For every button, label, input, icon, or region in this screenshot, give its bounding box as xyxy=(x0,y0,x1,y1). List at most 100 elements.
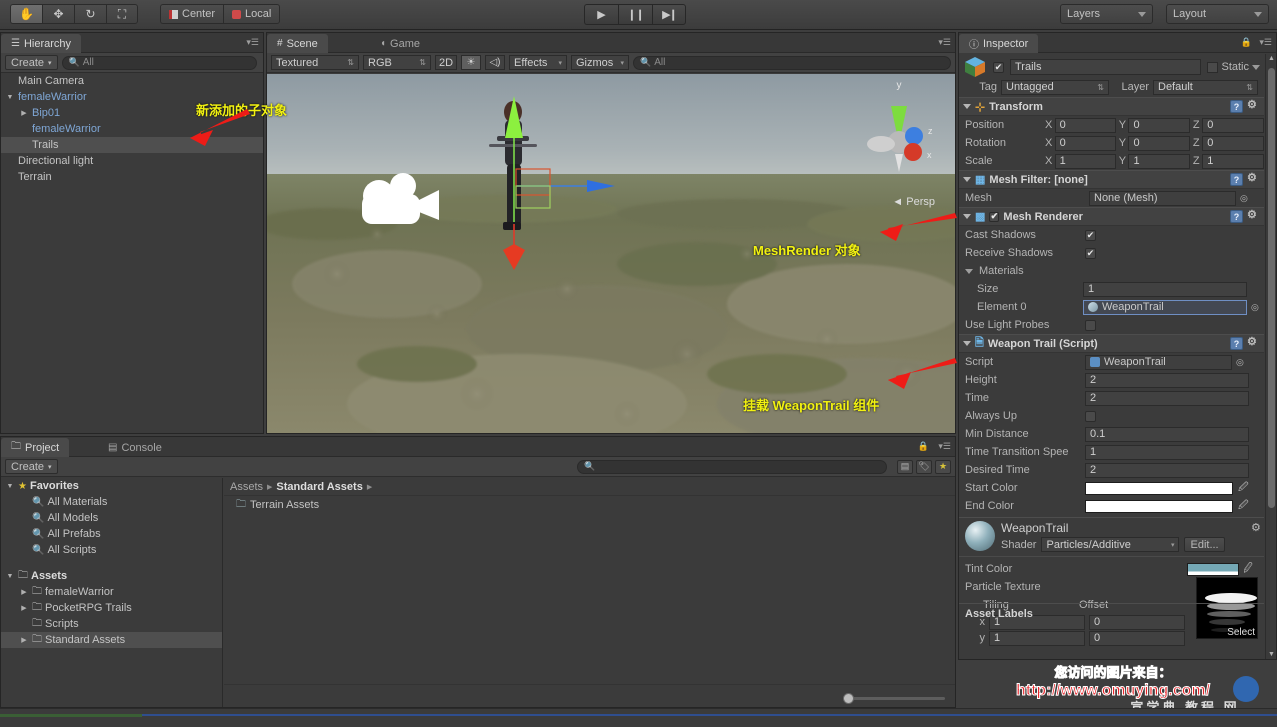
time-transition-spee-input[interactable]: 1 xyxy=(1085,444,1249,460)
project-favorites-root[interactable]: ▼ ★ Favorites xyxy=(1,478,222,494)
project-content-item[interactable]: 🗀 Terrain Assets xyxy=(224,496,955,514)
tag-dropdown[interactable]: Untagged ⇅ xyxy=(1001,79,1109,95)
static-checkbox[interactable] xyxy=(1207,61,1219,73)
effects-dropdown[interactable]: Effects ▾ xyxy=(509,55,567,70)
foldout-open-icon[interactable] xyxy=(963,341,971,346)
object-picker-icon[interactable]: ◎ xyxy=(1251,302,1259,313)
foldout-open-icon[interactable] xyxy=(965,268,973,274)
gear-icon[interactable]: ⚙ xyxy=(1247,100,1260,113)
end-color-swatch[interactable] xyxy=(1085,499,1233,513)
object-picker-icon[interactable]: ◎ xyxy=(1240,193,1248,204)
pause-button[interactable]: ❙❙ xyxy=(618,4,652,25)
hierarchy-create-button[interactable]: Create ▾ xyxy=(5,55,58,70)
object-name-input[interactable]: Trails xyxy=(1010,59,1202,75)
receive-shadows-checkbox[interactable]: ✔ xyxy=(1085,247,1096,259)
hierarchy-item-femalewarrior[interactable]: ·femaleWarrior xyxy=(1,121,263,137)
color-mode-dropdown[interactable]: RGB ⇅ xyxy=(363,55,431,70)
slider-handle[interactable] xyxy=(843,692,854,704)
gear-icon[interactable]: ⚙ xyxy=(1247,337,1260,350)
inspector-scrollbar-thumb[interactable] xyxy=(1268,68,1275,508)
hand-tool-button[interactable]: ✋ xyxy=(10,4,42,24)
project-asset-standard-assets[interactable]: ▶ 🗀 Standard Assets xyxy=(1,632,222,648)
height-input[interactable]: 2 xyxy=(1085,372,1249,388)
offset-y-input[interactable]: 0 xyxy=(1089,630,1185,646)
hierarchy-item-directional-light[interactable]: ·Directional light xyxy=(1,153,263,169)
layout-dropdown[interactable]: Layout xyxy=(1166,4,1269,24)
breadcrumb-assets[interactable]: Assets xyxy=(230,481,263,493)
transform-scale-y-input[interactable]: 1 xyxy=(1128,153,1191,169)
transform-position-y-input[interactable]: 0 xyxy=(1128,117,1191,133)
transform-position-z-input[interactable]: 0 xyxy=(1202,117,1264,133)
tab-console[interactable]: ▤ Console xyxy=(98,438,172,457)
type-filter-icon[interactable]: ▤ xyxy=(897,459,913,474)
transform-rotation-x-input[interactable]: 0 xyxy=(1054,135,1117,151)
rotate-tool-button[interactable]: ↻ xyxy=(74,4,106,24)
mesh-filter-component-header[interactable]: ▦ Mesh Filter: [none] ? ⚙ xyxy=(959,170,1264,189)
label-filter-icon[interactable]: 🏷 xyxy=(916,459,932,474)
desired-time-input[interactable]: 2 xyxy=(1085,462,1249,478)
scene-menu-icon[interactable]: ▾☰ xyxy=(938,37,951,48)
light-probes-checkbox[interactable] xyxy=(1085,319,1096,331)
mesh-objectfield[interactable]: None (Mesh) xyxy=(1089,190,1236,206)
breadcrumb-standard-assets[interactable]: Standard Assets xyxy=(276,481,362,493)
move-tool-button[interactable]: ✥ xyxy=(42,4,74,24)
foldout-open-icon[interactable] xyxy=(963,104,971,109)
scroll-up-icon[interactable]: ▲ xyxy=(1268,55,1275,62)
toggle-2d-button[interactable]: 2D xyxy=(435,55,457,70)
always-up-checkbox[interactable] xyxy=(1085,410,1096,422)
help-icon[interactable]: ? xyxy=(1230,100,1243,113)
static-toggle[interactable]: Static xyxy=(1207,61,1260,73)
project-assets-root[interactable]: ▼ 🗀 Assets xyxy=(1,568,222,584)
foldout-open-icon[interactable]: ▼ xyxy=(5,573,15,580)
project-favorite-all-scripts[interactable]: ·🔍All Scripts xyxy=(1,542,222,558)
project-favorite-all-models[interactable]: ·🔍All Models xyxy=(1,510,222,526)
inspector-lock-icon[interactable]: 🔒 xyxy=(1241,37,1252,48)
step-button[interactable]: ▶❙ xyxy=(652,4,686,25)
mesh-renderer-enabled-checkbox[interactable]: ✔ xyxy=(989,211,1000,222)
transform-scale-x-input[interactable]: 1 xyxy=(1054,153,1117,169)
hierarchy-search-input[interactable]: 🔍 All xyxy=(61,55,257,70)
scene-audio-toggle[interactable]: ◁) xyxy=(485,55,505,70)
scene-search-input[interactable]: 🔍 All xyxy=(633,55,951,70)
hierarchy-item-trails[interactable]: ·Trails xyxy=(1,137,263,153)
transform-rotation-z-input[interactable]: 0 xyxy=(1202,135,1264,151)
mesh-renderer-component-header[interactable]: ▩ ✔ Mesh Renderer ? ⚙ xyxy=(959,207,1264,226)
texture-select-label[interactable]: Select xyxy=(1227,627,1255,638)
transform-position-x-input[interactable]: 0 xyxy=(1054,117,1117,133)
project-create-button[interactable]: Create ▾ xyxy=(5,459,58,474)
inspector-menu-icon[interactable]: ▾☰ xyxy=(1259,37,1272,48)
tab-hierarchy[interactable]: ☰ Hierarchy xyxy=(1,34,82,53)
play-button[interactable]: ▶ xyxy=(584,4,618,25)
project-favorite-all-prefabs[interactable]: ·🔍All Prefabs xyxy=(1,526,222,542)
help-icon[interactable]: ? xyxy=(1230,210,1243,223)
foldout-closed-icon[interactable]: ▶ xyxy=(19,109,29,117)
gear-icon[interactable]: ⚙ xyxy=(1247,173,1260,186)
tint-color-swatch[interactable] xyxy=(1187,562,1239,576)
shader-dropdown[interactable]: Particles/Additive ▾ xyxy=(1041,537,1180,552)
project-asset-pocketrpg-trails[interactable]: ▶ 🗀 PocketRPG Trails xyxy=(1,600,222,616)
pivot-center-button[interactable]: Center xyxy=(160,4,224,24)
start-color-swatch[interactable] xyxy=(1085,481,1233,495)
foldout-open-icon[interactable] xyxy=(963,214,971,219)
eyedropper-icon[interactable]: 🖉 xyxy=(1238,480,1249,497)
foldout-open-icon[interactable]: ▼ xyxy=(5,94,15,101)
chevron-down-icon[interactable] xyxy=(1252,64,1260,70)
cast-shadows-checkbox[interactable]: ✔ xyxy=(1085,229,1096,241)
scroll-down-icon[interactable]: ▼ xyxy=(1268,651,1275,658)
help-icon[interactable]: ? xyxy=(1230,173,1243,186)
transform-scale-z-input[interactable]: 1 xyxy=(1202,153,1264,169)
object-active-checkbox[interactable]: ✔ xyxy=(993,61,1004,73)
draw-mode-dropdown[interactable]: Textured ⇅ xyxy=(271,55,359,70)
scale-tool-button[interactable]: ⛶ xyxy=(106,4,138,24)
shader-edit-button[interactable]: Edit... xyxy=(1184,537,1225,552)
project-search-input[interactable]: 🔍 xyxy=(577,459,887,474)
hierarchy-item-main-camera[interactable]: ·Main Camera xyxy=(1,73,263,89)
gizmos-dropdown[interactable]: Gizmos ▾ xyxy=(571,55,629,70)
eyedropper-icon[interactable]: 🖉 xyxy=(1238,498,1249,515)
foldout-closed-icon[interactable]: ▶ xyxy=(19,636,29,644)
project-asset-femalewarrior[interactable]: ▶ 🗀 femaleWarrior xyxy=(1,584,222,600)
transform-rotation-y-input[interactable]: 0 xyxy=(1128,135,1191,151)
foldout-closed-icon[interactable]: ▶ xyxy=(19,604,29,612)
min-distance-input[interactable]: 0.1 xyxy=(1085,426,1249,442)
hierarchy-item-terrain[interactable]: ·Terrain xyxy=(1,169,263,185)
